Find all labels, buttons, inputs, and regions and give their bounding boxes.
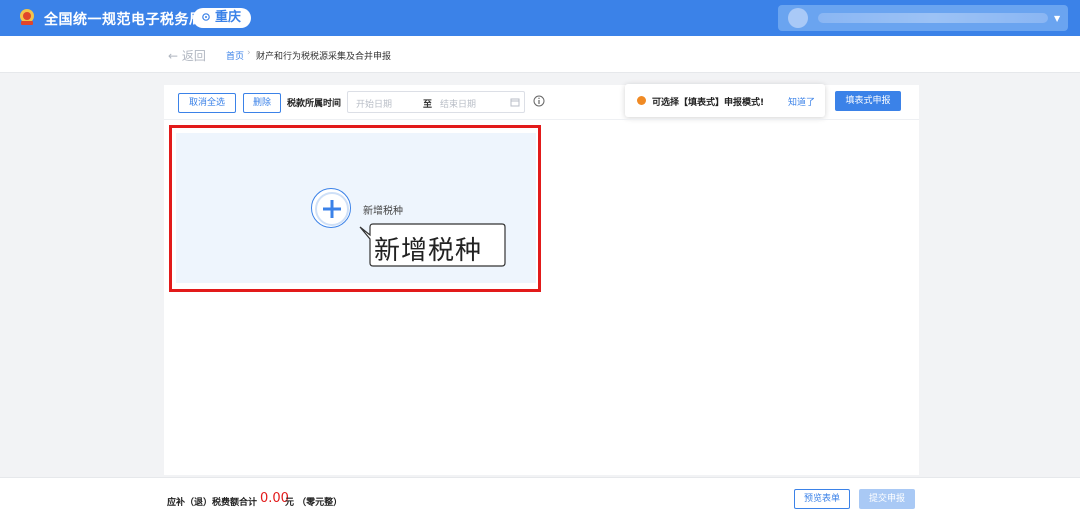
user-avatar-icon [788,8,808,28]
footer-bar: 应补（退）税费额合计 0.00 元 （零元整） 预览表单 提交申报 [0,477,1080,520]
total-tax-unit: 元 （零元整） [285,498,343,508]
preview-form-button[interactable]: 预览表单 [794,489,850,509]
tax-emblem-icon [20,9,34,25]
total-tax-label: 应补（退）税费额合计 [167,498,258,508]
location-pin-icon [202,13,210,21]
user-menu[interactable]: ▼ [778,5,1068,31]
chevron-down-icon: ▼ [1054,14,1061,23]
date-range-separator: 至 [423,100,433,110]
warning-dot-icon [637,96,646,105]
highlight-box [169,125,541,292]
toolbar-divider [164,119,919,120]
top-header-bar: 全国统一规范电子税务局 重庆 ▼ [0,0,1080,36]
date-range-picker[interactable]: 开始日期 至 结束日期 [347,91,525,113]
cancel-select-all-button[interactable]: 取消全选 [178,93,236,113]
user-name-blurred [818,13,1048,23]
submit-declaration-button[interactable]: 提交申报 [859,489,915,509]
form-mode-declare-button[interactable]: 填表式申报 [835,91,901,111]
breadcrumb: ← 返回 首页 › 财产和行为税税源采集及合并申报 [0,36,1080,73]
site-title: 全国统一规范电子税务局 [44,12,204,28]
breadcrumb-home-link[interactable]: 首页 [226,49,244,62]
delete-button[interactable]: 删除 [243,93,281,113]
end-date-input[interactable]: 结束日期 [440,97,476,110]
tip-message: 可选择【填表式】申报模式! [652,98,765,108]
breadcrumb-separator: › [247,48,251,58]
breadcrumb-current: 财产和行为税税源采集及合并申报 [256,52,392,62]
mode-tip-popover: 可选择【填表式】申报模式! 知道了 [625,84,825,117]
tax-period-label: 税款所属时间 [287,99,342,109]
region-label: 重庆 [215,10,242,25]
back-link[interactable]: ← 返回 [168,47,206,64]
tip-dismiss-link[interactable]: 知道了 [788,95,815,108]
start-date-input[interactable]: 开始日期 [356,97,392,110]
region-selector[interactable]: 重庆 [193,8,252,28]
calendar-icon [510,98,520,107]
info-icon[interactable] [533,95,545,107]
